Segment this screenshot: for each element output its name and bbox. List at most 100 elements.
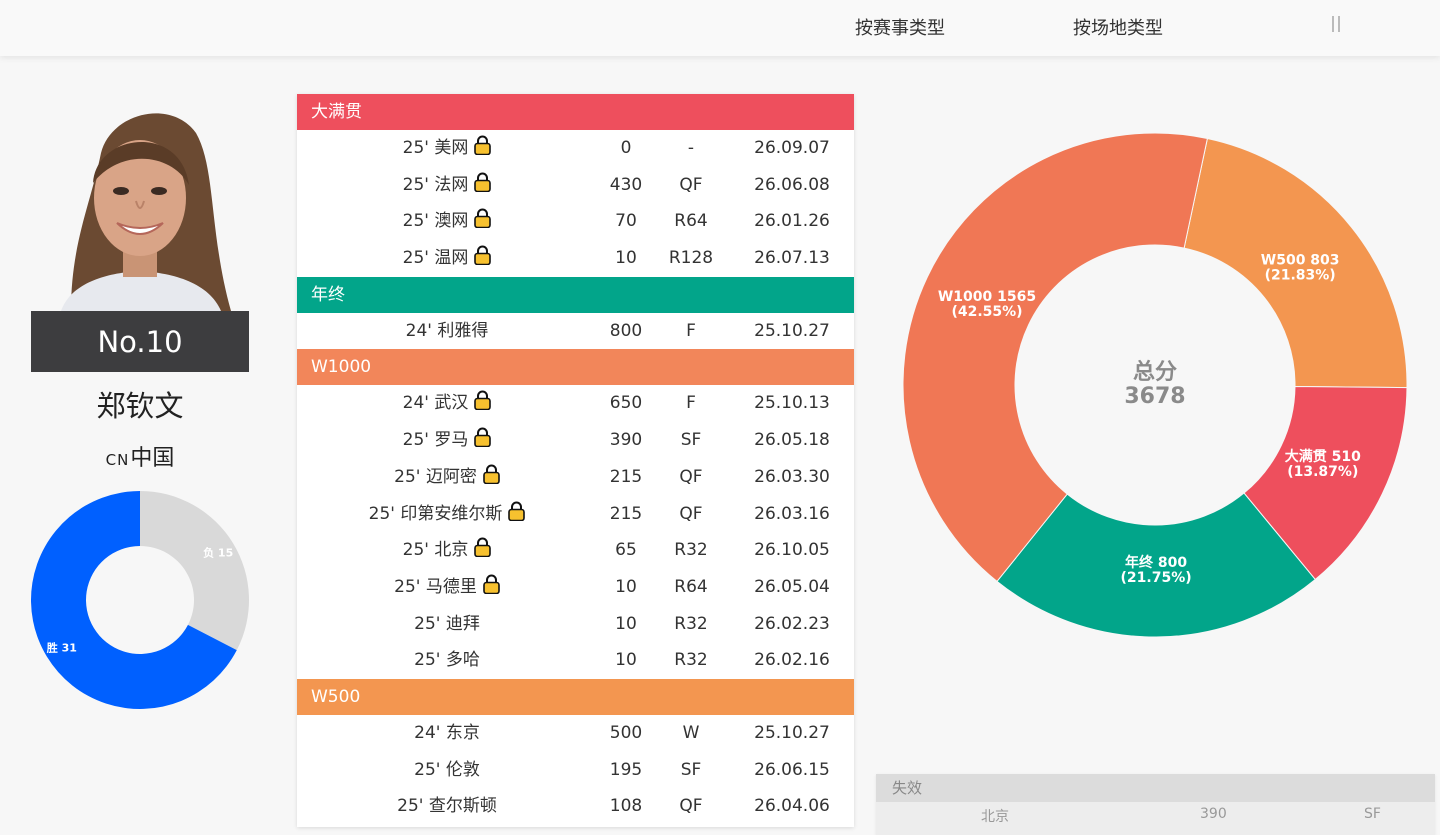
tournament-name: 24' 利雅得: [405, 320, 489, 341]
round-cell: R128: [668, 248, 714, 269]
table-row[interactable]: 25' 温网 10 R128 26.07.13: [297, 240, 854, 277]
tournament-name: 24' 东京: [414, 722, 480, 743]
player-country: CN中国: [31, 440, 249, 472]
tournament-cell: 25' 澳网: [297, 203, 597, 240]
tournament-cell: 25' 法网: [297, 167, 597, 204]
tournament-name: 25' 迈阿密: [394, 466, 477, 487]
lock-icon: [483, 461, 500, 485]
tournament-cell: 25' 北京: [297, 532, 597, 569]
table-row[interactable]: 25' 马德里 10 R64 26.05.04: [297, 569, 854, 606]
expiry-date-cell: 26.10.05: [754, 540, 830, 561]
expiry-date-cell: 26.06.08: [754, 174, 830, 195]
tournament-name: 25' 法网: [402, 174, 469, 195]
expiry-date-cell: 26.03.30: [754, 466, 830, 487]
tournament-cell: 25' 温网: [297, 240, 597, 277]
country-code: CN: [105, 451, 130, 469]
table-row[interactable]: 25' 多哈 10 R32 26.02.16: [297, 642, 854, 679]
slice-percentage: (13.87%): [1287, 464, 1358, 480]
tournament-cell: 24' 利雅得: [297, 313, 597, 350]
round-cell: QF: [679, 796, 703, 817]
table-row[interactable]: 25' 罗马 390 SF 26.05.18: [297, 422, 854, 459]
round-cell: R32: [674, 540, 708, 561]
tournament-name: 25' 北京: [402, 540, 469, 561]
tournament-cell: 25' 迪拜: [297, 606, 597, 643]
country-name: 中国: [130, 446, 175, 471]
tournament-name: 25' 美网: [402, 138, 469, 158]
tournament-cell: 24' 东京: [297, 715, 597, 752]
player-portrait-illustration: [61, 113, 231, 311]
top-nav-bar: 按赛事类型 按场地类型: [0, 0, 1440, 56]
table-row[interactable]: 25' 迪拜 10 R32 26.02.23: [297, 606, 854, 643]
tab-by-court-type[interactable]: 按场地类型: [1073, 14, 1163, 40]
tournament-cell: 25' 罗马: [297, 422, 597, 459]
player-name: 郑钦文: [96, 389, 184, 423]
donut-slice[interactable]: [140, 491, 249, 651]
tournament-name: 25' 澳网: [402, 211, 469, 232]
expired-header: 失效: [876, 774, 1435, 802]
expired-points: 390: [1200, 806, 1227, 822]
rank-badge: No.10: [31, 311, 249, 372]
expiry-date-cell: 26.01.26: [754, 211, 830, 232]
expiry-date-cell: 25.10.27: [754, 722, 830, 743]
win-loss-donut-chart: 负 15 胜 31: [31, 491, 249, 709]
group-header: 大满贯: [297, 94, 854, 130]
pause-icon[interactable]: [1330, 16, 1342, 34]
tournament-name: 25' 温网: [402, 248, 469, 269]
table-row[interactable]: 25' 印第安维尔斯 215 QF 26.03.16: [297, 496, 854, 533]
slice-label: 年终 800: [1125, 554, 1187, 571]
round-cell: F: [686, 320, 696, 341]
tab-by-event-type[interactable]: 按赛事类型: [855, 14, 945, 40]
round-cell: F: [686, 393, 696, 414]
round-cell: QF: [679, 503, 703, 524]
lock-icon: [474, 132, 492, 156]
expired-tournament-name: 北京: [981, 809, 1009, 825]
tournament-name: 25' 伦敦: [414, 759, 480, 780]
expiry-date-cell: 25.10.13: [754, 393, 830, 414]
expiry-date-cell: 26.06.15: [754, 759, 830, 780]
expiry-date-cell: 26.05.04: [754, 576, 830, 597]
expired-round: SF: [1364, 806, 1381, 822]
expired-section: 失效 北京 390 SF: [876, 774, 1435, 835]
slice-label: W500 803: [1261, 253, 1340, 269]
donut-center-value: 3678: [1124, 384, 1185, 409]
table-row[interactable]: 24' 利雅得 800 F 25.10.27: [297, 313, 854, 350]
round-cell: QF: [679, 466, 703, 487]
table-row[interactable]: 24' 东京 500 W 25.10.27: [297, 715, 854, 752]
lock-icon: [474, 534, 492, 558]
tournament-cell: 25' 印第安维尔斯: [297, 496, 597, 533]
expiry-date-cell: 26.05.18: [754, 430, 830, 451]
tournament-cell: 25' 多哈: [297, 642, 597, 679]
tournament-name: 25' 马德里: [394, 576, 477, 597]
table-row[interactable]: 25' 澳网 70 R64 26.01.26: [297, 203, 854, 240]
lock-icon: [474, 169, 492, 192]
round-cell: -: [687, 138, 695, 158]
lock-icon: [508, 498, 526, 521]
tournament-cell: 25' 迈阿密: [297, 459, 597, 496]
expiry-date-cell: 26.02.23: [754, 613, 830, 634]
tournament-name: 24' 武汉: [402, 393, 469, 414]
points-breakdown-donut-chart: W500 803(21.83%) 大满贯 510(13.87%) 年终 800(21…: [902, 132, 1408, 638]
expired-row[interactable]: 北京 390 SF: [876, 802, 1435, 830]
round-cell: R64: [674, 211, 708, 232]
table-row[interactable]: 25' 伦敦 195 SF 26.06.15: [297, 752, 854, 789]
table-row[interactable]: 25' 迈阿密 215 QF 26.03.30: [297, 459, 854, 496]
tournament-name: 25' 迪拜: [414, 613, 480, 634]
lock-icon: [474, 424, 492, 448]
table-row[interactable]: 25' 北京 65 R32 26.10.05: [297, 532, 854, 569]
slice-label: W1000 1565: [938, 289, 1036, 305]
group-header: 年终: [297, 276, 854, 313]
table-row[interactable]: 25' 美网 0-26.09.07: [297, 130, 854, 167]
tournament-cell: 25' 查尔斯顿: [297, 788, 597, 825]
tournament-cell: 25' 美网: [297, 130, 597, 167]
group-header: W500: [297, 678, 854, 715]
slice-percentage: (21.75%): [1121, 570, 1192, 586]
table-row[interactable]: 25' 法网 430 QF 26.06.08: [297, 167, 854, 204]
expiry-date-cell: 26.03.16: [754, 503, 830, 524]
table-row[interactable]: 25' 查尔斯顿 108 QF 26.04.06: [297, 788, 854, 825]
lock-icon: [474, 387, 492, 411]
tournament-name: 25' 印第安维尔斯: [368, 503, 503, 524]
round-cell: QF: [679, 174, 703, 195]
table-row[interactable]: 24' 武汉 650 F 25.10.13: [297, 385, 854, 422]
expiry-date-cell: 26.02.16: [754, 650, 830, 671]
expiry-date-cell: 26.07.13: [754, 248, 830, 269]
